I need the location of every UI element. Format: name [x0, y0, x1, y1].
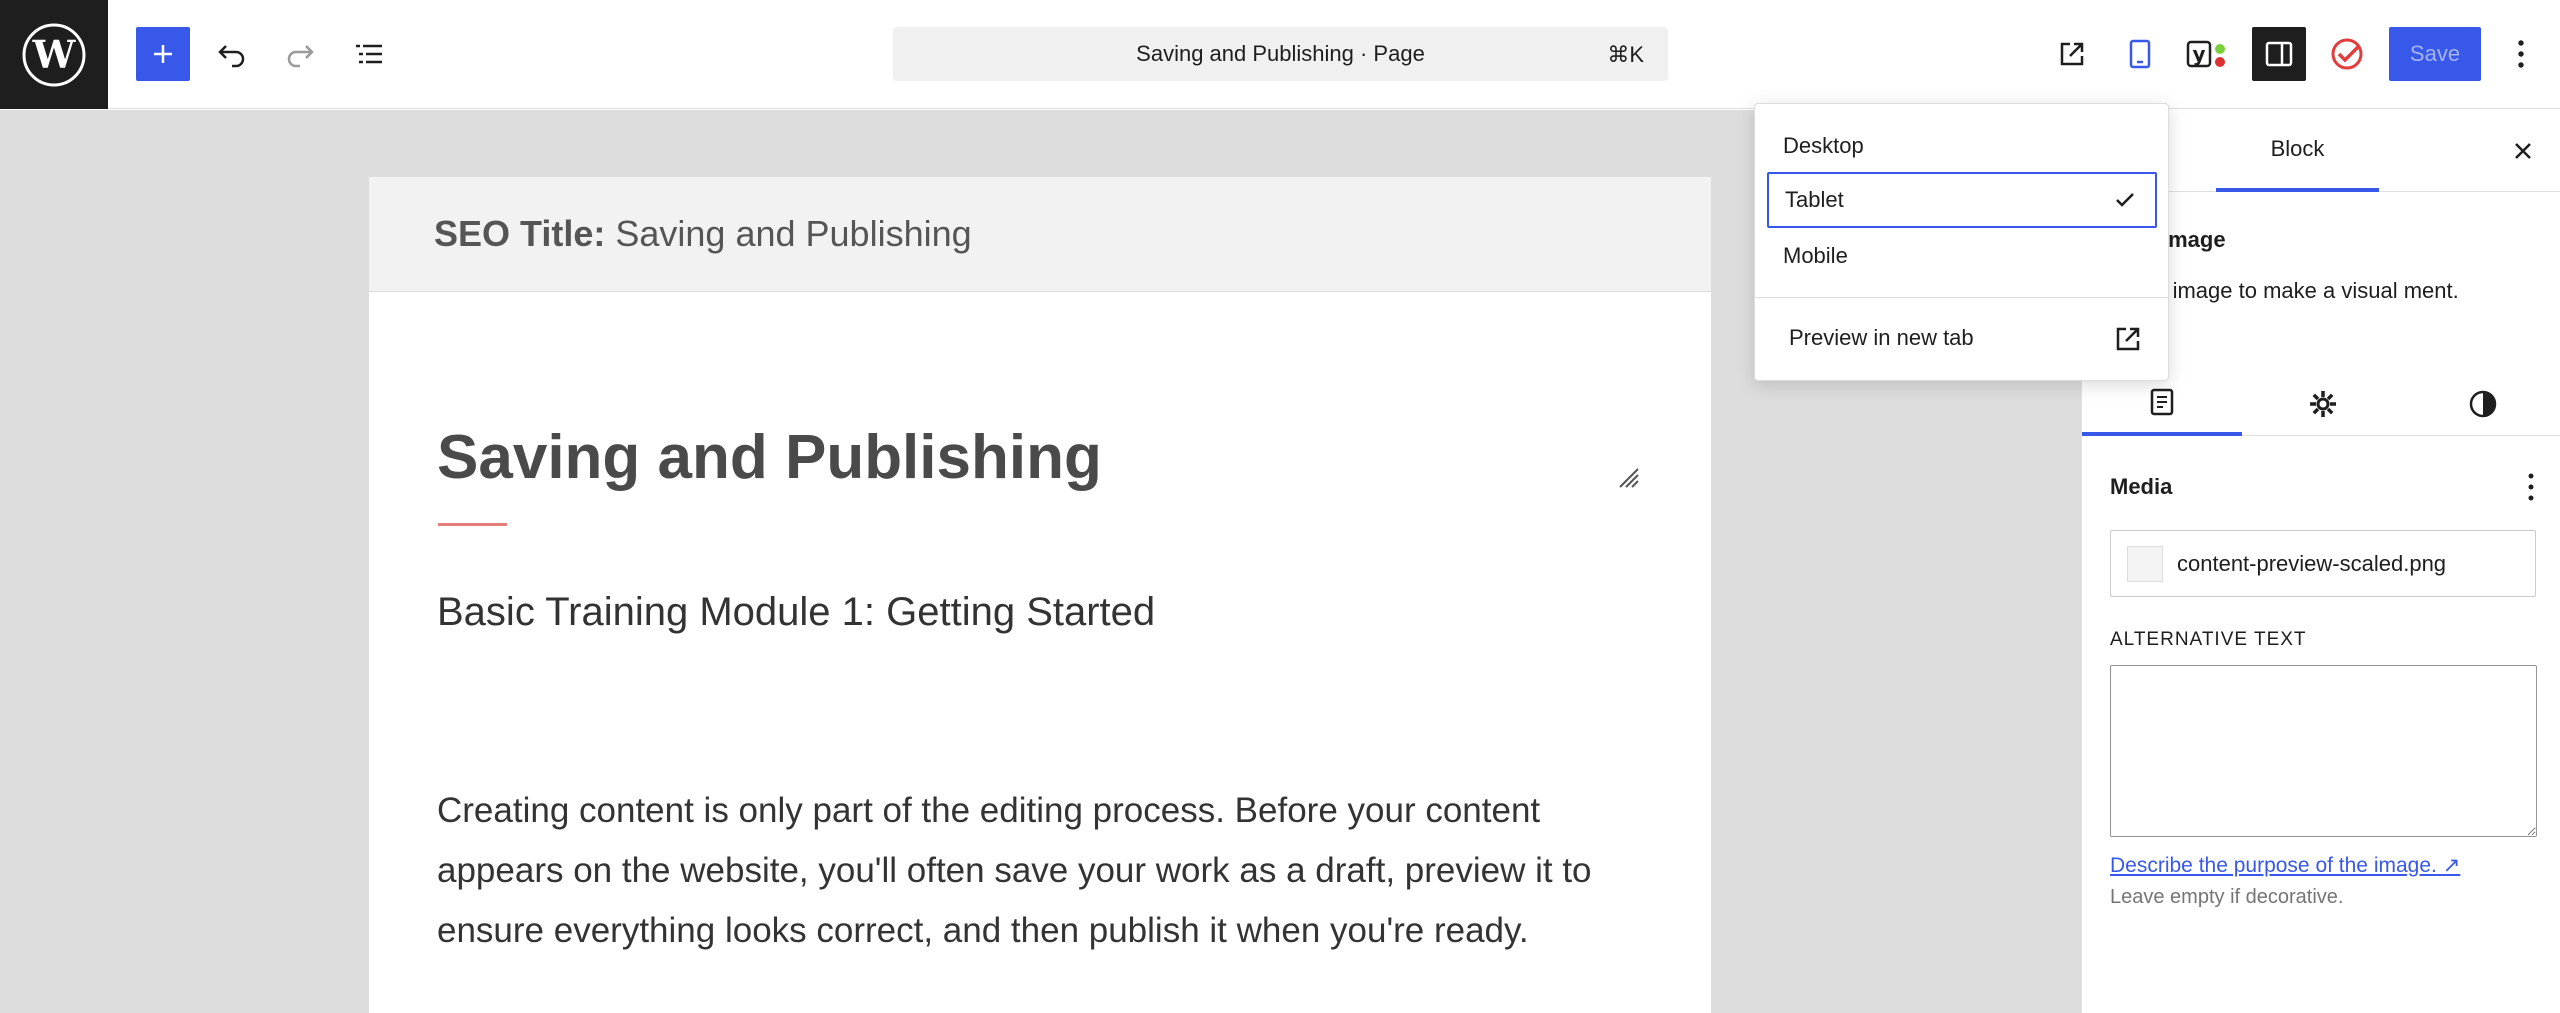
- yoast-seo-icon: y: [2186, 40, 2225, 68]
- command-palette-button[interactable]: Saving and Publishing · Page ⌘K: [893, 27, 1668, 81]
- add-block-button[interactable]: [136, 27, 190, 81]
- page-subtitle[interactable]: Basic Training Module 1: Getting Started: [437, 590, 1155, 635]
- title-separator: [438, 523, 507, 526]
- device-preview-menu: Desktop Tablet Mobile Preview in new tab: [1754, 103, 2169, 381]
- kebab-menu-icon: [2528, 473, 2534, 501]
- shortcut-hint: ⌘K: [1607, 42, 1644, 67]
- document-title: Saving and Publishing · Page: [1136, 41, 1425, 66]
- redo-button[interactable]: [273, 27, 327, 81]
- checkmark-circle-icon: [2331, 38, 2363, 70]
- sidebar-icon: [2265, 41, 2293, 67]
- media-options-button[interactable]: [2527, 472, 2535, 507]
- resize-handle-icon[interactable]: [1618, 467, 1640, 489]
- preview-new-tab-label: Preview in new tab: [1789, 325, 1974, 350]
- settings-sidebar-toggle[interactable]: [2252, 27, 2306, 81]
- alt-text-help-link[interactable]: Describe the purpose of the image. ↗: [2110, 853, 2460, 878]
- svg-text:W: W: [32, 32, 77, 77]
- menu-item-mobile[interactable]: Mobile: [1767, 228, 2157, 284]
- media-thumbnail: [2127, 545, 2163, 582]
- editorial-check-button[interactable]: [2320, 27, 2374, 81]
- kebab-menu-icon: [2518, 40, 2524, 68]
- page-preview: SEO Title: Saving and Publishing Saving …: [369, 177, 1711, 1013]
- media-file-button[interactable]: content-preview-scaled.png: [2110, 530, 2536, 597]
- menu-item-tablet[interactable]: Tablet: [1767, 172, 2157, 228]
- preview-new-tab-item[interactable]: Preview in new tab: [1773, 310, 2151, 366]
- menu-item-label: Tablet: [1785, 187, 1844, 212]
- list-view-icon: [356, 44, 382, 64]
- menu-divider: [1755, 297, 2168, 298]
- body-paragraph[interactable]: Creating content is only part of the edi…: [437, 781, 1667, 961]
- block-name: Image: [2162, 227, 2226, 252]
- tab-advanced[interactable]: [2243, 372, 2403, 436]
- tablet-icon: [2129, 39, 2151, 69]
- close-sidebar-button[interactable]: [2506, 134, 2540, 168]
- undo-icon: [218, 45, 245, 68]
- media-panel-title: Media: [2110, 474, 2173, 499]
- seo-title-value: Saving and Publishing: [615, 213, 972, 254]
- tab-block[interactable]: Block: [2216, 110, 2379, 192]
- media-file-name: content-preview-scaled.png: [2177, 550, 2447, 576]
- gear-icon: [2310, 391, 2336, 417]
- editor-header: W Saving and Publishing · Page ⌘K y Save: [0, 0, 2560, 109]
- block-description: an image to make a visual ment.: [2142, 278, 2459, 303]
- block-inspector-tabs: [2082, 372, 2560, 436]
- seo-title-bar[interactable]: SEO Title: Saving and Publishing: [369, 177, 1711, 292]
- alt-text-field[interactable]: [2110, 665, 2537, 837]
- undo-button[interactable]: [205, 27, 259, 81]
- page-title[interactable]: Saving and Publishing: [437, 422, 1102, 493]
- tab-styles[interactable]: [2403, 372, 2560, 436]
- contrast-icon: [2469, 390, 2497, 418]
- alt-text-help: Leave empty if decorative.: [2110, 886, 2344, 908]
- close-icon: [2515, 143, 2531, 159]
- alt-text-help-link-text: Describe the purpose of the image.: [2110, 854, 2437, 877]
- alt-text-label: ALTERNATIVE TEXT: [2110, 629, 2307, 650]
- options-button[interactable]: [2496, 27, 2546, 81]
- seo-title-label: SEO Title:: [434, 213, 606, 254]
- device-preview-button[interactable]: [2113, 27, 2167, 81]
- arrow-up-right-icon: ↗: [2442, 854, 2461, 877]
- plus-icon: [154, 45, 172, 63]
- external-link-icon: [2116, 327, 2140, 351]
- wordpress-logo-icon[interactable]: W: [0, 0, 108, 109]
- menu-item-desktop[interactable]: Desktop: [1767, 118, 2157, 174]
- svg-text:y: y: [2192, 42, 2205, 66]
- yoast-seo-button[interactable]: y: [2181, 27, 2235, 81]
- redo-icon: [287, 45, 314, 68]
- document-overview-button[interactable]: [342, 27, 396, 81]
- document-icon: [2150, 388, 2174, 416]
- view-page-button[interactable]: [2045, 27, 2099, 81]
- check-icon: [2116, 193, 2134, 207]
- external-link-icon: [2060, 42, 2084, 66]
- save-button[interactable]: Save: [2389, 27, 2481, 81]
- tab-settings[interactable]: [2082, 372, 2242, 436]
